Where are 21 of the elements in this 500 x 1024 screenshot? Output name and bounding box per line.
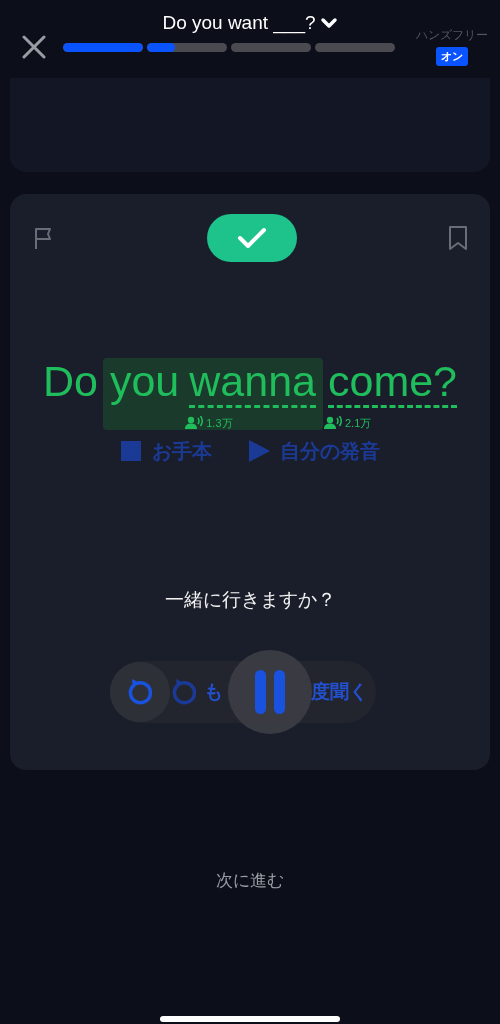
sentence-word[interactable]: wanna [189, 358, 316, 409]
people-audio-icon [323, 416, 342, 431]
translation-text: 一緒に行きますか？ [163, 588, 337, 613]
sentence-word[interactable]: you [109, 358, 180, 406]
learner-count: 1.3万 [206, 417, 233, 429]
close-icon[interactable] [22, 35, 46, 59]
lesson-title[interactable]: Do you want ___? [162, 11, 316, 33]
check-icon [237, 226, 267, 250]
people-audio-icon [185, 416, 204, 431]
replay-icon [170, 677, 198, 706]
learner-count: 2.1万 [344, 417, 372, 429]
bookmark-icon[interactable] [448, 225, 468, 251]
sentence-word[interactable]: come? [327, 358, 458, 409]
sentence-word[interactable]: Do [42, 358, 98, 406]
pause-icon [253, 669, 287, 714]
replay-icon [126, 677, 154, 706]
next-link[interactable]: 次に進む [0, 868, 500, 894]
home-indicator[interactable] [160, 1015, 340, 1022]
hands-free-label: ハンズフリー [416, 27, 488, 44]
chevron-down-icon[interactable] [319, 16, 338, 30]
hands-free-toggle[interactable]: オン [436, 47, 468, 66]
